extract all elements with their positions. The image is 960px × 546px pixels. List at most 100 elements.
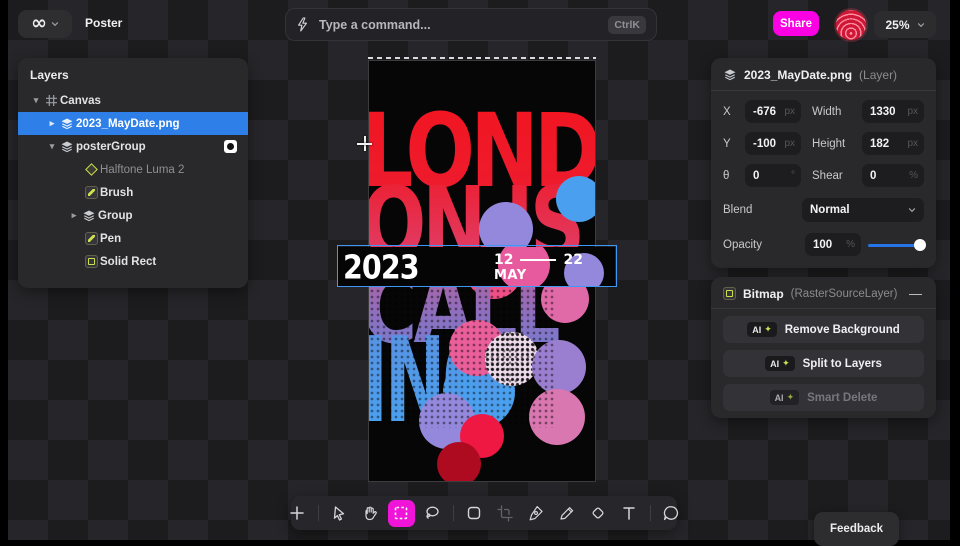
shear-input[interactable]: 0% [862, 164, 924, 187]
toolbar-divider [318, 505, 319, 521]
toolbar-divider [453, 505, 454, 521]
bitmap-panel: Bitmap (RasterSourceLayer) — AI✦ Remove … [711, 277, 936, 418]
rotation-input[interactable]: 0° [745, 164, 801, 187]
selection-bounding-box[interactable] [337, 245, 617, 287]
x-input[interactable]: -676px [745, 100, 801, 123]
layers-panel: Layers ▾ Canvas ▸ 2023_MayDate.png ▾ pos… [18, 58, 248, 288]
rect-tile-icon [82, 255, 100, 268]
brush-tile-icon [82, 186, 100, 199]
layer-row-solid-rect[interactable]: Solid Rect [18, 250, 248, 273]
chevron-expanded-icon[interactable]: ▾ [30, 95, 42, 106]
chevron-expanded-icon[interactable]: ▾ [46, 141, 58, 152]
field-label-height: Height [812, 138, 862, 150]
layer-label: Solid Rect [100, 256, 156, 268]
avatar[interactable] [836, 10, 866, 40]
width-input[interactable]: 1330px [862, 100, 924, 123]
select-tool-button[interactable] [326, 500, 353, 527]
text-tool-button[interactable] [616, 500, 643, 527]
lightning-icon [296, 17, 309, 32]
chevron-down-icon [917, 21, 925, 29]
layer-label: 2023_MayDate.png [76, 118, 180, 130]
collapse-panel-button[interactable]: — [907, 286, 924, 301]
layer-row-halftone-luma[interactable]: Halftone Luma 2 [18, 158, 248, 181]
inspector-panel: 2023_MayDate.png (Layer) X -676px Width … [711, 58, 936, 268]
layer-row-canvas[interactable]: ▾ Canvas [18, 89, 248, 112]
comment-tool-button[interactable] [658, 500, 685, 527]
dark-red-circle [437, 442, 481, 482]
halftone-circle [529, 389, 585, 445]
field-label-rotation: θ [723, 170, 745, 182]
layer-row-brush[interactable]: Brush [18, 181, 248, 204]
field-label-width: Width [812, 106, 862, 118]
effect-diamond-icon [82, 165, 100, 174]
cursor-icon [330, 504, 348, 522]
frame-tool-button[interactable] [461, 500, 488, 527]
height-input[interactable]: 182px [862, 132, 924, 155]
plus-icon [288, 504, 306, 522]
eraser-tool-button[interactable] [585, 500, 612, 527]
pen-tile-icon [82, 232, 100, 245]
bitmap-subtitle: (RasterSourceLayer) [791, 288, 900, 300]
sparkle-icon: ✦ [787, 392, 795, 403]
pan-tool-button[interactable] [357, 500, 384, 527]
halftone-circle [532, 340, 586, 394]
chevron-down-icon [51, 20, 59, 28]
split-to-layers-button[interactable]: AI✦ Split to Layers [723, 350, 924, 377]
layer-row-postergroup[interactable]: ▾ posterGroup [18, 135, 248, 158]
command-input[interactable] [317, 17, 608, 33]
rounded-rect-icon [465, 504, 483, 522]
crop-icon [496, 504, 514, 522]
chevron-collapsed-icon[interactable]: ▸ [46, 118, 58, 129]
smart-delete-button[interactable]: AI✦ Smart Delete [723, 384, 924, 411]
field-label-shear: Shear [812, 170, 862, 182]
eraser-icon [589, 504, 607, 522]
dotted-circle [485, 332, 539, 386]
marquee-tool-button[interactable] [388, 500, 415, 527]
toolbar-divider [650, 505, 651, 521]
sparkle-icon: ✦ [782, 358, 790, 369]
opacity-slider[interactable] [868, 239, 924, 251]
marquee-icon [392, 504, 410, 522]
layer-label: Group [98, 210, 133, 222]
opacity-label: Opacity [723, 239, 762, 251]
chevron-down-icon [908, 206, 916, 214]
pencil-icon [558, 504, 576, 522]
command-shortcut-badge: CtrlK [608, 16, 646, 34]
layers-panel-title: Layers [18, 58, 248, 89]
crop-tool-button[interactable] [492, 500, 519, 527]
field-label-y: Y [723, 138, 745, 150]
app-menu-button[interactable]: ∞ [18, 10, 72, 38]
app-logo-icon: ∞ [31, 14, 47, 33]
layer-row-2023-maydate[interactable]: ▸ 2023_MayDate.png [18, 112, 248, 135]
ai-badge: AI✦ [765, 356, 795, 371]
comment-icon [662, 504, 680, 522]
pencil-tool-button[interactable] [554, 500, 581, 527]
sparkle-icon: ✦ [764, 324, 772, 335]
text-icon [620, 504, 638, 522]
inspector-layer-name: 2023_MayDate.png [744, 68, 852, 82]
field-label-x: X [723, 106, 745, 118]
inspector-layer-type: (Layer) [859, 68, 897, 82]
blend-mode-dropdown[interactable]: Normal [802, 198, 924, 222]
opacity-input[interactable]: 100% [805, 233, 861, 256]
zoom-level: 25% [885, 18, 909, 32]
layer-label: Pen [100, 233, 121, 245]
pen-nib-icon [527, 504, 545, 522]
halftone-circle [556, 176, 596, 222]
layer-label: Canvas [60, 95, 101, 107]
feedback-button[interactable]: Feedback [814, 512, 899, 546]
ai-badge: AI✦ [747, 322, 777, 337]
layer-row-group[interactable]: ▸ Group [18, 204, 248, 227]
share-button[interactable]: Share [773, 11, 819, 36]
layer-stack-icon [80, 209, 98, 223]
layer-row-pen[interactable]: Pen [18, 227, 248, 250]
command-bar[interactable]: CtrlK [285, 8, 657, 41]
zoom-control[interactable]: 25% [874, 11, 936, 38]
chevron-collapsed-icon[interactable]: ▸ [68, 210, 80, 221]
lasso-tool-button[interactable] [419, 500, 446, 527]
pen-tool-button[interactable] [523, 500, 550, 527]
remove-background-button[interactable]: AI✦ Remove Background [723, 316, 924, 343]
add-tool-button[interactable] [284, 500, 311, 527]
y-input[interactable]: -100px [745, 132, 801, 155]
mask-indicator-icon[interactable] [224, 140, 237, 153]
